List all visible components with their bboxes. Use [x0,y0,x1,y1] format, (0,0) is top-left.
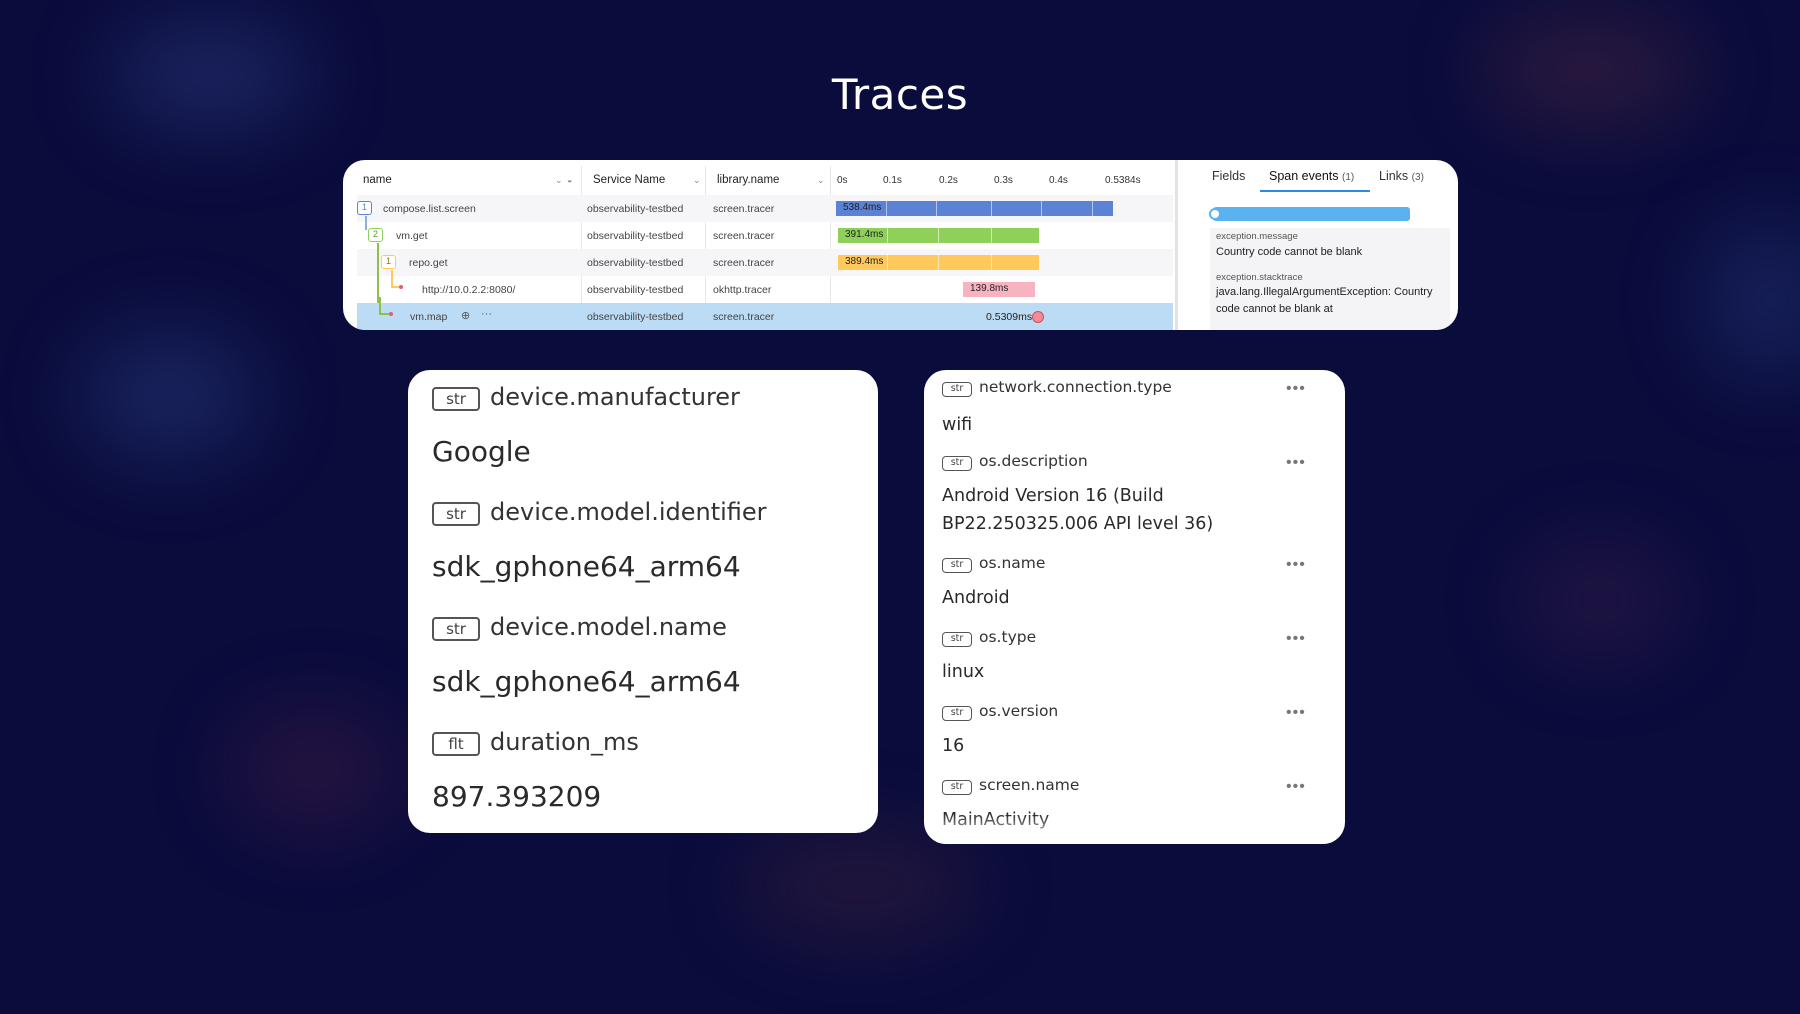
type-badge: str [942,382,972,397]
service-name: observability-testbed [587,257,684,269]
service-name: observability-testbed [587,284,684,296]
span-details-panel: Fields Span events (1) Links (3) excepti… [1175,160,1458,330]
field-value: java.lang.IllegalArgumentException: Coun… [1216,286,1433,315]
attributes-card-device: str device.manufacturer Google str devic… [408,370,878,833]
attribute-key: duration_ms [490,728,639,756]
chevron-down-icon[interactable]: ⌄ [693,175,701,186]
column-header-service[interactable]: Service Name [593,174,665,186]
attribute-value: Android Version 16 (Build BP22.250325.00… [942,486,1214,534]
library-name: okhttp.tracer [713,284,772,296]
timeline-tick: 0.5384s [1105,175,1141,186]
table-row[interactable]: 1 repo.get observability-testbed screen.… [357,243,1173,303]
more-options-icon[interactable]: ••• [1286,556,1306,574]
attribute-value: 16 [942,736,965,756]
chevron-down-icon[interactable]: ⌄ [555,175,563,186]
more-options-icon[interactable]: ••• [1286,630,1306,648]
trace-table: name ⌄ ◒ Service Name ⌄ library.name ⌄ 0… [343,160,1173,330]
event-timeline-bar [1213,207,1410,221]
span-name: vm.get [396,230,428,242]
more-options-icon[interactable]: ••• [1286,704,1306,722]
field-value: Country code cannot be blank [1216,246,1363,258]
span-name: http://10.0.2.2:8080/ [422,284,516,296]
attribute-value: Google [432,435,531,468]
attribute-key: screen.name [979,776,1080,794]
duration-bar[interactable]: 389.4ms [838,255,1039,270]
trace-panel: name ⌄ ◒ Service Name ⌄ library.name ⌄ 0… [343,160,1458,330]
timeline-tick: 0.1s [883,175,902,186]
type-badge: str [432,387,480,411]
child-count-badge[interactable]: 1 [357,201,372,215]
library-name: screen.tracer [713,311,775,323]
span-name: vm.map [410,311,448,323]
column-header-library[interactable]: library.name [717,174,779,186]
attribute-key: os.name [979,554,1046,572]
field-key: exception.stacktrace [1216,272,1303,283]
column-header-name[interactable]: name [363,174,392,186]
child-count-badge[interactable]: 1 [381,255,396,269]
attribute-key: os.description [979,452,1088,470]
service-name: observability-testbed [587,203,684,215]
timeline-tick: 0.4s [1049,175,1068,186]
attribute-value: 897.393209 [432,780,602,813]
type-badge: str [942,456,972,471]
timeline-tick: 0.2s [939,175,958,186]
visibility-icon[interactable]: ◒ [567,175,572,185]
span-name: repo.get [409,257,448,269]
more-options-icon[interactable]: ··· [481,308,492,320]
service-name: observability-testbed [587,311,684,323]
table-header: name ⌄ ◒ Service Name ⌄ library.name ⌄ 0… [343,160,1173,196]
error-marker-icon[interactable] [1032,311,1044,323]
table-row[interactable]: 2 vm.get observability-testbed screen.tr… [357,216,1173,249]
chevron-down-icon[interactable]: ⌄ [817,175,825,186]
attribute-key: network.connection.type [979,378,1172,396]
tab-span-events[interactable]: Span events (1) [1269,169,1354,183]
active-tab-indicator [1260,190,1370,192]
attribute-value: sdk_gphone64_arm64 [432,550,741,583]
type-badge: str [942,780,972,795]
tab-fields[interactable]: Fields [1212,169,1245,183]
event-details: exception.message Country code cannot be… [1210,228,1450,330]
duration-label: 0.5309ms [986,311,1033,323]
attribute-key: os.type [979,628,1037,646]
type-badge: flt [432,732,480,756]
more-options-icon[interactable]: ••• [1286,380,1306,398]
attribute-value: sdk_gphone64_arm64 [432,665,741,698]
status-dot-icon [389,312,393,316]
type-badge: str [432,617,480,641]
more-options-icon[interactable]: ••• [1286,778,1306,796]
timeline-tick: 0.3s [994,175,1013,186]
table-row[interactable]: 1 compose.list.screen observability-test… [357,195,1173,222]
duration-bar[interactable]: 538.4ms [836,201,1113,216]
type-badge: str [432,502,480,526]
event-marker-icon[interactable] [1209,208,1221,220]
child-count-badge[interactable]: 2 [368,228,383,242]
field-key: exception.message [1216,231,1298,242]
attribute-key: device.model.name [490,613,727,641]
service-name: observability-testbed [587,230,684,242]
library-name: screen.tracer [713,203,775,215]
timeline-tick: 0s [837,175,848,186]
type-badge: str [942,632,972,647]
status-dot-icon [399,285,403,289]
attributes-card-os: str network.connection.type ••• wifi str… [924,370,1345,844]
tab-links[interactable]: Links (3) [1379,169,1424,183]
attribute-key: os.version [979,702,1059,720]
more-options-icon[interactable]: ••• [1286,454,1306,472]
library-name: screen.tracer [713,230,775,242]
duration-bar[interactable]: 391.4ms [838,228,1039,243]
span-name: compose.list.screen [383,203,476,215]
type-badge: str [942,558,972,573]
attribute-value: Android [942,588,1010,608]
attribute-key: device.manufacturer [490,383,740,411]
attribute-value: wifi [942,415,973,435]
table-row[interactable]: http://10.0.2.2:8080/ observability-test… [357,270,1173,303]
duration-bar[interactable]: 139.8ms [963,282,1035,297]
library-name: screen.tracer [713,257,775,269]
zoom-in-icon[interactable]: ⊕ [461,309,470,322]
type-badge: str [942,706,972,721]
attribute-key: device.model.identifier [490,498,767,526]
attribute-value: linux [942,662,985,682]
table-row-selected[interactable]: vm.map ⊕ ··· observability-testbed scree… [357,297,1173,330]
page-title: Traces [831,70,969,119]
